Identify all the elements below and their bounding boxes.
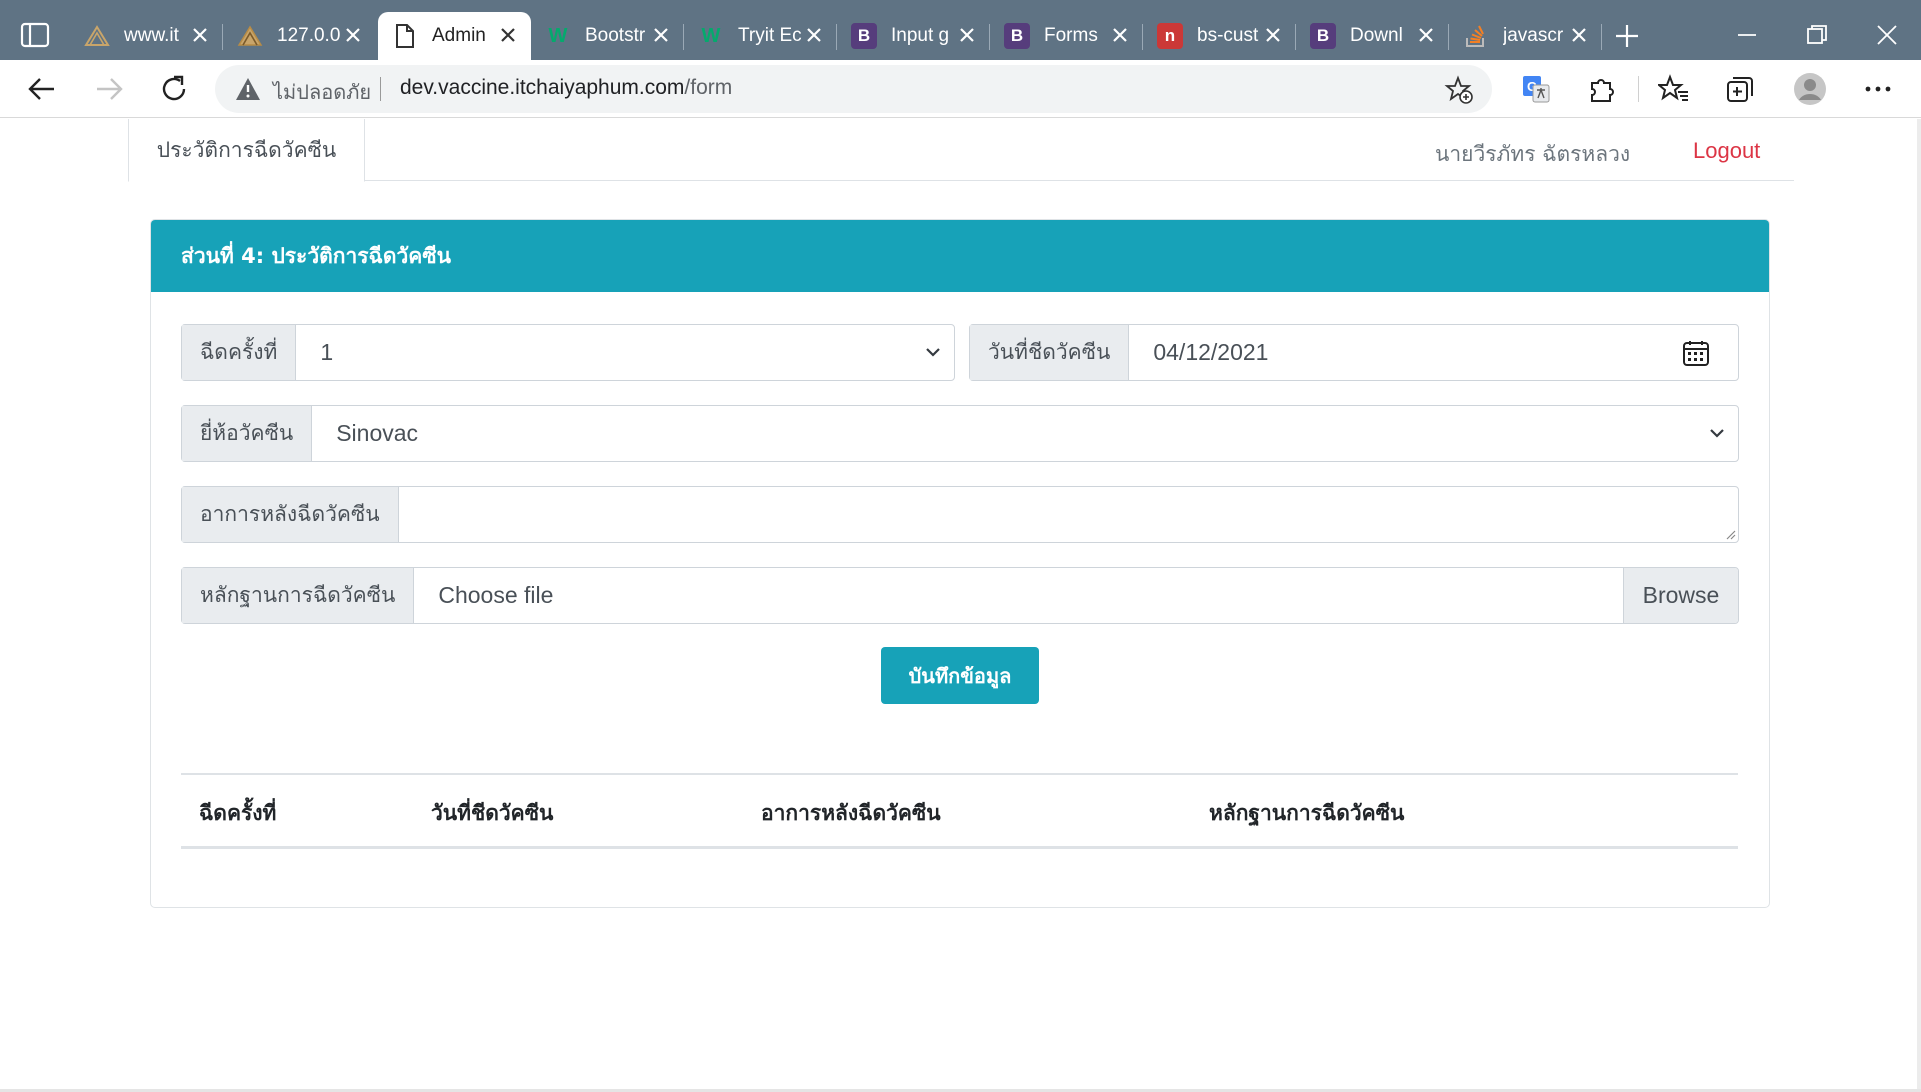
security-label[interactable]: ไม่ปลอดภัย	[273, 76, 371, 108]
back-icon[interactable]	[26, 73, 58, 105]
temple-icon	[84, 23, 110, 49]
file-placeholder: Choose file	[438, 582, 554, 608]
favorites-icon[interactable]	[1658, 73, 1690, 105]
profile-avatar-icon[interactable]	[1793, 72, 1827, 106]
browser-tab[interactable]: www.it	[70, 12, 223, 60]
proof-input-group: หลักฐานการฉีดวัคซีน Choose file Browse	[181, 567, 1739, 624]
browser-tab[interactable]: B Input g	[837, 12, 990, 60]
dose-value: 1	[320, 339, 334, 365]
symptoms-label: อาการหลังฉีดวัคซีน	[182, 487, 399, 542]
tab-divider	[1601, 24, 1602, 50]
browser-tab[interactable]: javascr	[1449, 12, 1602, 60]
dose-input-group: ฉีดครั้งที่ 1	[181, 324, 955, 381]
address-bar[interactable]: ไม่ปลอดภัย dev.vaccine.itchaiyaphum.com/…	[215, 65, 1492, 113]
resize-handle-icon[interactable]	[1724, 528, 1736, 540]
page-icon	[392, 23, 418, 49]
address-separator	[380, 77, 381, 101]
url-text[interactable]: dev.vaccine.itchaiyaphum.com/form	[400, 76, 732, 100]
close-icon[interactable]	[1262, 24, 1284, 46]
minimize-icon[interactable]	[1734, 22, 1760, 48]
table-header-symptoms: อาการหลังฉีดวัคซีน	[761, 801, 941, 825]
close-window-icon[interactable]	[1874, 22, 1900, 48]
more-menu-icon[interactable]	[1862, 73, 1894, 105]
date-label: วันที่ชีดวัคซีน	[970, 325, 1130, 380]
vaccine-form-card: ส่วนที่ 4: ประวัติการฉีดวัคซีน ฉีดครั้งท…	[150, 219, 1770, 908]
close-icon[interactable]	[650, 24, 672, 46]
browser-tab[interactable]: n bs-cust	[1143, 12, 1296, 60]
w3schools-icon: W	[701, 24, 721, 47]
vaccine-history-table: ฉีดครั้งที่ วันที่ชีดวัคซีน อาการหลังฉีด…	[181, 773, 1738, 849]
user-name: นายวีรภัทร ฉัตรหลวง	[1435, 142, 1631, 166]
url-host: dev.vaccine.itchaiyaphum.com	[400, 76, 685, 99]
w3schools-icon: W	[548, 24, 568, 47]
date-input[interactable]: 04/12/2021	[1129, 325, 1738, 380]
date-input-group: วันที่ชีดวัคซีน 04/12/2021	[969, 324, 1739, 381]
browser-tab-strip: www.it 127.0.0 Admin W Bootstr W Tryit E…	[0, 0, 1921, 60]
add-favorite-icon[interactable]	[1444, 75, 1474, 105]
nav-tabs: ประวัติการฉีดวัคซีน นายวีรภัทร ฉัตรหลวง …	[128, 119, 1794, 182]
npm-icon: n	[1157, 23, 1183, 49]
extensions-icon[interactable]	[1586, 73, 1618, 105]
tab-vaccine-history[interactable]: ประวัติการฉีดวัคซีน	[128, 119, 365, 182]
window-edge	[1917, 119, 1921, 1089]
table-header-dose: ฉีดครั้งที่	[199, 801, 277, 825]
url-path: /form	[684, 76, 733, 99]
close-icon[interactable]	[1109, 24, 1131, 46]
temple-icon	[237, 23, 263, 49]
browser-toolbar: ไม่ปลอดภัย dev.vaccine.itchaiyaphum.com/…	[0, 60, 1921, 118]
page-content: ประวัติการฉีดวัคซีน นายวีรภัทร ฉัตรหลวง …	[0, 119, 1921, 1092]
close-icon[interactable]	[1568, 24, 1590, 46]
brand-input-group: ยี่ห้อวัคซีน Sinovac	[181, 405, 1739, 462]
file-input[interactable]: Choose file Browse	[414, 568, 1738, 623]
browser-tab[interactable]: W Bootstr	[531, 12, 684, 60]
bootstrap-icon: B	[1310, 23, 1336, 49]
tab-actions-icon[interactable]	[20, 22, 50, 48]
close-icon[interactable]	[342, 24, 364, 46]
chevron-down-icon	[1710, 429, 1724, 438]
restore-icon[interactable]	[1804, 22, 1830, 48]
new-tab-icon[interactable]	[1613, 22, 1641, 50]
save-button[interactable]: บันทึกข้อมูล	[881, 647, 1039, 704]
warning-icon[interactable]	[235, 77, 261, 101]
table-header-proof: หลักฐานการฉีดวัคซีน	[1209, 801, 1405, 825]
browser-tab[interactable]: 127.0.0	[223, 12, 376, 60]
collections-icon[interactable]	[1724, 73, 1756, 105]
close-icon[interactable]	[189, 24, 211, 46]
close-icon[interactable]	[956, 24, 978, 46]
browser-tab-active[interactable]: Admin	[378, 12, 531, 60]
reload-icon[interactable]	[158, 73, 190, 105]
browser-tab[interactable]: B Downl	[1296, 12, 1449, 60]
chevron-down-icon	[926, 348, 940, 357]
date-value: 04/12/2021	[1153, 339, 1269, 365]
calendar-icon[interactable]	[1682, 339, 1710, 367]
close-icon[interactable]	[497, 24, 519, 46]
forward-icon[interactable]	[93, 73, 125, 105]
brand-select[interactable]: Sinovac	[312, 406, 1738, 461]
bootstrap-icon: B	[1004, 23, 1030, 49]
browser-tab[interactable]: B Forms	[990, 12, 1143, 60]
logout-link[interactable]: Logout	[1693, 138, 1760, 164]
browser-tab[interactable]: W Tryit Ec	[684, 12, 837, 60]
close-icon[interactable]	[1415, 24, 1437, 46]
dose-label: ฉีดครั้งที่	[182, 325, 297, 380]
translate-icon[interactable]: G	[1520, 73, 1552, 105]
table-header-date: วันที่ชีดวัคซีน	[431, 801, 554, 825]
stackoverflow-icon	[1463, 23, 1489, 49]
close-icon[interactable]	[803, 24, 825, 46]
brand-value: Sinovac	[336, 420, 419, 446]
proof-label: หลักฐานการฉีดวัคซีน	[182, 568, 415, 623]
dose-select[interactable]: 1	[296, 325, 954, 380]
browse-button[interactable]: Browse	[1623, 568, 1738, 623]
symptoms-input-group: อาการหลังฉีดวัคซีน	[181, 486, 1739, 543]
bootstrap-icon: B	[851, 23, 877, 49]
toolbar-divider	[1638, 76, 1639, 102]
brand-label: ยี่ห้อวัคซีน	[182, 406, 313, 461]
card-header: ส่วนที่ 4: ประวัติการฉีดวัคซีน	[151, 220, 1769, 292]
symptoms-textarea[interactable]	[399, 487, 1738, 542]
